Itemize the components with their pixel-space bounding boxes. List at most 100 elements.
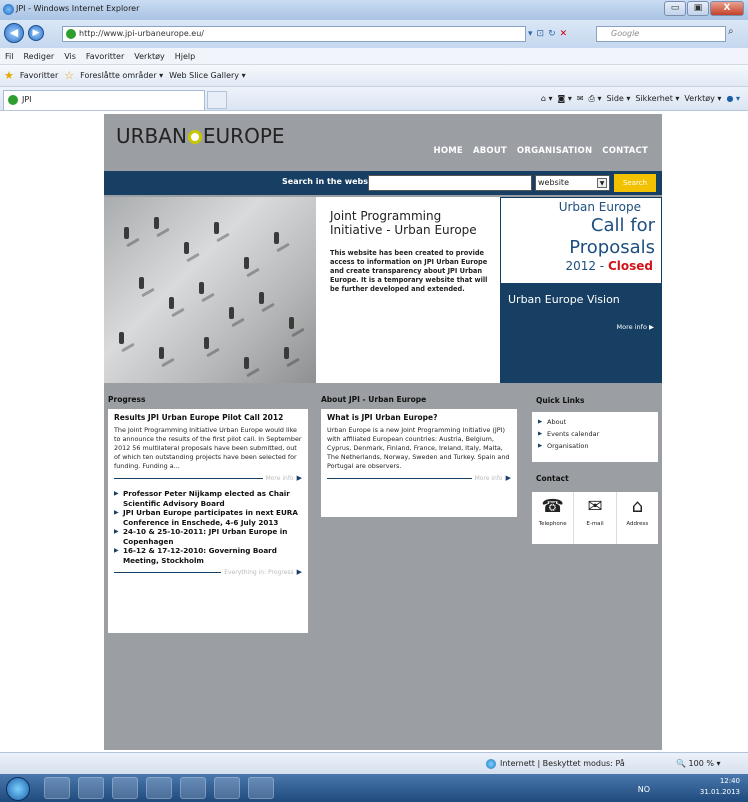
- stop-icon[interactable]: ✕: [560, 26, 568, 42]
- title-bar: JPI - Windows Internet Explorer ▭ ▣ X: [0, 0, 748, 20]
- dropdown-icon[interactable]: ▾: [528, 26, 533, 42]
- menu-help[interactable]: Hjelp: [175, 48, 195, 64]
- call-for-proposals-banner[interactable]: Urban Europe Call for Proposals 2012 - C…: [500, 197, 662, 283]
- site-logo[interactable]: URBAN EUROPE: [116, 124, 285, 148]
- news-item[interactable]: JPI Urban Europe participates in next EU…: [114, 508, 302, 527]
- nav-organisation[interactable]: ORGANISATION: [517, 146, 592, 156]
- about-more-text: More info: [474, 475, 503, 482]
- print-icon[interactable]: ⎙ ▾: [589, 91, 602, 107]
- contact-address[interactable]: ⌂ Address: [617, 492, 658, 544]
- page-menu[interactable]: Side ▾: [607, 91, 631, 107]
- taskbar-app-icon[interactable]: [214, 777, 240, 799]
- contact-heading: Contact: [536, 474, 569, 483]
- quick-link-organisation[interactable]: Organisation: [538, 440, 652, 452]
- about-box-title[interactable]: What is JPI Urban Europe?: [327, 413, 511, 422]
- nav-about[interactable]: ABOUT: [473, 146, 507, 156]
- taskbar-ie-icon[interactable]: [44, 777, 70, 799]
- contact-telephone[interactable]: ☎ Telephone: [532, 492, 575, 544]
- minimize-button[interactable]: ▭: [664, 1, 686, 16]
- tools-menu[interactable]: Verktøy ▾: [684, 91, 721, 107]
- add-favorite-icon[interactable]: ☆: [64, 65, 74, 87]
- taskbar-app-icon[interactable]: [180, 777, 206, 799]
- menu-edit[interactable]: Rediger: [23, 48, 54, 64]
- taskbar-app-icon[interactable]: [112, 777, 138, 799]
- language-indicator[interactable]: NO: [638, 784, 650, 795]
- start-button[interactable]: [6, 777, 30, 801]
- favorites-star-icon[interactable]: ★: [4, 65, 14, 87]
- back-button[interactable]: ◀: [4, 23, 24, 43]
- menu-file[interactable]: Fil: [5, 48, 13, 64]
- mail-icon[interactable]: ✉: [577, 91, 584, 107]
- tab-favicon: [8, 95, 18, 105]
- menu-tools[interactable]: Verktøy: [134, 48, 164, 64]
- refresh-icon[interactable]: ↻: [548, 26, 556, 42]
- taskbar-word-icon[interactable]: [248, 777, 274, 799]
- about-more-link[interactable]: More info ▶: [327, 474, 511, 483]
- chevron-down-icon: ▼: [597, 178, 607, 188]
- logo-left: URBAN: [116, 124, 187, 148]
- address-label: Address: [626, 521, 649, 527]
- nav-home[interactable]: HOME: [434, 146, 463, 156]
- site-search-button[interactable]: Search: [614, 174, 656, 192]
- progress-heading: Progress: [108, 395, 146, 404]
- vision-panel: Urban Europe Vision More info ▶: [500, 283, 662, 383]
- maximize-button[interactable]: ▣: [687, 1, 709, 16]
- feeds-icon[interactable]: ◙ ▾: [558, 91, 572, 107]
- search-scope-select[interactable]: website ▼: [535, 175, 610, 191]
- favorites-button[interactable]: Favoritter: [20, 65, 58, 87]
- url-field[interactable]: http://www.jpi-urbaneurope.eu/: [62, 26, 526, 42]
- search-icon[interactable]: ⌕: [728, 26, 734, 37]
- call-year: 2012: [565, 259, 596, 273]
- call-line-2: Call for Proposals: [569, 215, 655, 258]
- taskbar-app-icon[interactable]: [146, 777, 172, 799]
- tab-label: JPI: [22, 95, 32, 104]
- news-item[interactable]: 24-10 & 25-10-2011: JPI Urban Europe in …: [114, 527, 302, 546]
- taskbar: NO 12:40 31.01.2013: [0, 774, 748, 802]
- security-zone[interactable]: Internett | Beskyttet modus: På: [486, 753, 625, 775]
- quick-links-list: About Events calendar Organisation: [532, 412, 658, 462]
- window-title: JPI - Windows Internet Explorer: [16, 4, 140, 13]
- progress-body: The Joint Programming Initiative Urban E…: [114, 426, 302, 470]
- progress-box-title[interactable]: Results JPI Urban Europe Pilot Call 2012: [114, 413, 302, 422]
- contact-box: ☎ Telephone ✉ E-mail ⌂ Address: [532, 492, 658, 544]
- quick-links-heading: Quick Links: [536, 396, 585, 405]
- web-slice-gallery-link[interactable]: Web Slice Gallery ▾: [169, 65, 245, 87]
- safety-menu[interactable]: Sikkerhet ▾: [635, 91, 679, 107]
- progress-all-text: Everything in: Progress: [224, 569, 294, 576]
- zoom-level[interactable]: 🔍 100 % ▾: [676, 753, 721, 775]
- email-label: E-mail: [586, 521, 604, 527]
- contact-email[interactable]: ✉ E-mail: [574, 492, 617, 544]
- site-search-bar: Search in the website: website ▼ Search: [104, 171, 662, 195]
- close-button[interactable]: X: [710, 1, 744, 16]
- nav-contact[interactable]: CONTACT: [602, 146, 648, 156]
- menu-favorites[interactable]: Favoritter: [86, 48, 124, 64]
- taskbar-explorer-icon[interactable]: [78, 777, 104, 799]
- news-item[interactable]: 16-12 & 17-12-2010: Governing Board Meet…: [114, 546, 302, 565]
- hero-body: This website has been created to provide…: [330, 249, 488, 293]
- search-input[interactable]: Google: [596, 26, 726, 42]
- new-tab-button[interactable]: [207, 91, 227, 109]
- search-placeholder: Google: [611, 29, 640, 38]
- help-icon[interactable]: ● ▾: [726, 91, 740, 107]
- site-search-input[interactable]: [368, 175, 532, 191]
- ie-window: JPI - Windows Internet Explorer ▭ ▣ X ◀ …: [0, 0, 748, 802]
- suggested-sites-link[interactable]: Foreslåtte områder ▾: [80, 65, 163, 87]
- urban-europe-site: URBAN EUROPE HOME ABOUT ORGANISATION CONT…: [104, 114, 662, 750]
- email-icon: ✉: [587, 496, 603, 517]
- menu-view[interactable]: Vis: [64, 48, 76, 64]
- quick-link-events[interactable]: Events calendar: [538, 428, 652, 440]
- page-favicon: [66, 29, 76, 39]
- compatibility-icon[interactable]: ⊡: [537, 26, 545, 42]
- vision-more-link[interactable]: More info ▶: [617, 323, 654, 331]
- news-list: Professor Peter Nijkamp elected as Chair…: [114, 489, 302, 565]
- clock-date: 31.01.2013: [699, 788, 740, 796]
- url-text: http://www.jpi-urbaneurope.eu/: [79, 29, 204, 38]
- forward-button[interactable]: ▶: [28, 25, 44, 41]
- progress-all-link[interactable]: Everything in: Progress ▶: [114, 568, 302, 577]
- tab-jpi[interactable]: JPI: [3, 90, 205, 110]
- quick-link-about[interactable]: About: [538, 416, 652, 428]
- home-icon[interactable]: ⌂ ▾: [541, 91, 553, 107]
- call-status: Closed: [607, 259, 653, 273]
- news-item[interactable]: Professor Peter Nijkamp elected as Chair…: [114, 489, 302, 508]
- progress-more-link[interactable]: More info ▶: [114, 474, 302, 483]
